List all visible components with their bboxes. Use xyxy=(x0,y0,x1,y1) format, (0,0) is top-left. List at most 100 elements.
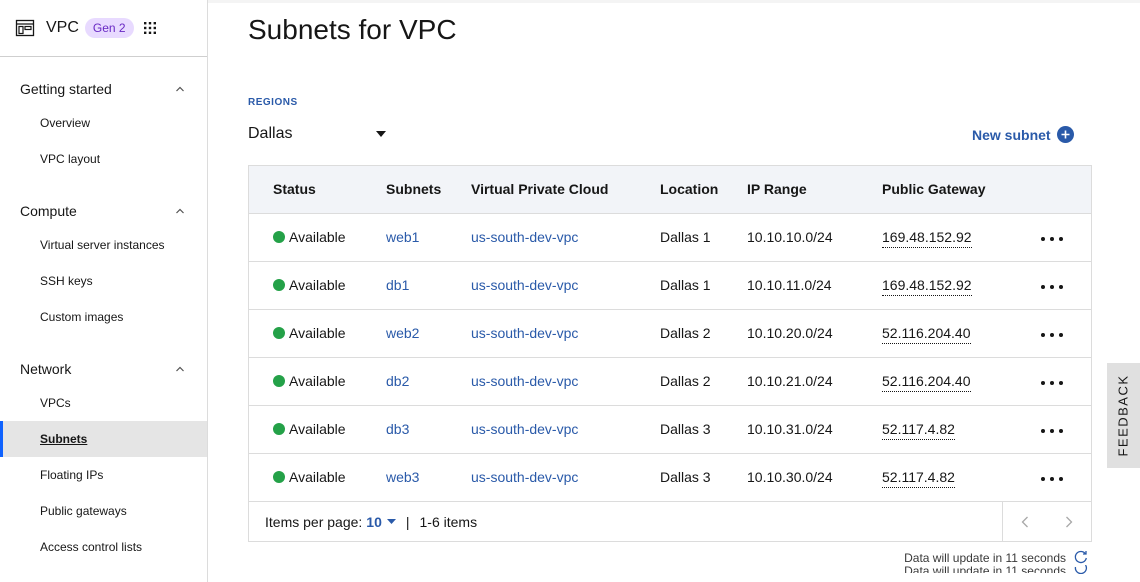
public-gateway-value[interactable]: 52.116.204.40 xyxy=(882,373,971,392)
status-text: Available xyxy=(289,229,346,245)
vpc-link[interactable]: us-south-dev-vpc xyxy=(471,421,578,437)
caret-down-icon[interactable] xyxy=(386,519,396,524)
overflow-menu-icon[interactable] xyxy=(1040,476,1064,482)
column-header-subnets[interactable]: Subnets xyxy=(386,166,471,214)
overflow-menu-icon[interactable] xyxy=(1040,332,1064,338)
add-circle-icon xyxy=(1056,126,1074,143)
vpc-cell: us-south-dev-vpc xyxy=(471,405,660,454)
column-header-public-gateway[interactable]: Public Gateway xyxy=(882,166,1040,214)
chevron-up-icon xyxy=(176,366,184,372)
subnet-cell: web2 xyxy=(386,309,471,358)
gateway-cell: 52.116.204.40 xyxy=(882,357,1040,406)
overflow-menu-icon[interactable] xyxy=(1040,380,1064,386)
location-cell: Dallas 3 xyxy=(660,405,747,454)
sidebar-item-subnets[interactable]: Subnets xyxy=(0,421,207,457)
nav-section-toggle-network[interactable]: Network xyxy=(0,353,207,385)
status-text: Available xyxy=(289,469,346,485)
region-dropdown[interactable]: Dallas xyxy=(248,122,388,146)
gen-badge: Gen 2 xyxy=(84,18,134,38)
sidebar-item-vpcs[interactable]: VPCs xyxy=(0,385,207,421)
subnet-link[interactable]: db2 xyxy=(386,373,409,389)
status-available-icon xyxy=(273,471,285,483)
sidebar-item-access-control-lists[interactable]: Access control lists xyxy=(0,529,207,565)
items-per-page-select[interactable]: 10 xyxy=(366,514,382,530)
column-header-vpc[interactable]: Virtual Private Cloud xyxy=(471,166,660,214)
location-cell: Dallas 2 xyxy=(660,357,747,406)
sidebar-item-floating-ips[interactable]: Floating IPs xyxy=(0,457,207,493)
overflow-menu-icon[interactable] xyxy=(1040,236,1064,242)
subnet-link[interactable]: db3 xyxy=(386,421,409,437)
subnet-link[interactable]: db1 xyxy=(386,277,409,293)
location-cell: Dallas 3 xyxy=(660,453,747,502)
sidebar-item-custom-images[interactable]: Custom images xyxy=(0,299,207,335)
vpc-link[interactable]: us-south-dev-vpc xyxy=(471,325,578,341)
ip-range-cell: 10.10.10.0/24 xyxy=(747,213,882,262)
status-available-icon xyxy=(273,327,285,339)
page-title: Subnets for VPC xyxy=(248,14,457,45)
status-cell: Available xyxy=(249,405,386,454)
data-update-status-duplicate: Data will update in 11 seconds xyxy=(904,564,1066,573)
nav-section-label: Network xyxy=(20,361,72,377)
sidebar-item-virtual-server-instances[interactable]: Virtual server instances xyxy=(0,227,207,263)
vpc-cell: us-south-dev-vpc xyxy=(471,261,660,310)
subnet-link[interactable]: web2 xyxy=(386,325,419,341)
overflow-menu-icon[interactable] xyxy=(1040,284,1064,290)
chevron-right-icon xyxy=(1066,516,1073,527)
subnet-link[interactable]: web3 xyxy=(386,469,419,485)
public-gateway-value[interactable]: 52.116.204.40 xyxy=(882,325,971,344)
table-row: Available db1 us-south-dev-vpc Dallas 1 … xyxy=(249,261,1091,310)
ip-range-cell: 10.10.20.0/24 xyxy=(747,309,882,358)
column-header-status[interactable]: Status xyxy=(249,166,386,214)
subnet-cell: db3 xyxy=(386,405,471,454)
actions-cell xyxy=(1040,213,1091,262)
status-text: Available xyxy=(289,325,346,341)
sidebar-item-public-gateways[interactable]: Public gateways xyxy=(0,493,207,529)
table-row: Available db2 us-south-dev-vpc Dallas 2 … xyxy=(249,357,1091,406)
previous-page-button[interactable] xyxy=(1003,502,1047,542)
vpc-link[interactable]: us-south-dev-vpc xyxy=(471,469,578,485)
vpc-cell: us-south-dev-vpc xyxy=(471,309,660,358)
nav-section-toggle-compute[interactable]: Compute xyxy=(0,195,207,227)
public-gateway-value[interactable]: 52.117.4.82 xyxy=(882,469,955,488)
refresh-icon[interactable] xyxy=(1074,550,1088,564)
gateway-cell: 169.48.152.92 xyxy=(882,213,1040,262)
vpc-cell: us-south-dev-vpc xyxy=(471,357,660,406)
vpc-link[interactable]: us-south-dev-vpc xyxy=(471,229,578,245)
public-gateway-value[interactable]: 169.48.152.92 xyxy=(882,277,972,296)
sidebar-item-ssh-keys[interactable]: SSH keys xyxy=(0,263,207,299)
vpc-icon xyxy=(15,19,35,37)
status-available-icon xyxy=(273,231,285,243)
table-row: Available web2 us-south-dev-vpc Dallas 2… xyxy=(249,309,1091,358)
new-subnet-label: New subnet xyxy=(972,126,1051,143)
subnet-cell: web3 xyxy=(386,453,471,502)
sidebar-item-overview[interactable]: Overview xyxy=(0,105,207,141)
subnet-cell: web1 xyxy=(386,213,471,262)
nav-section-network: Network VPCs Subnets Floating IPs Public… xyxy=(0,353,207,565)
pagination-nav xyxy=(1002,501,1091,542)
nav-section-compute: Compute Virtual server instances SSH key… xyxy=(0,195,207,335)
status-text: Available xyxy=(289,373,346,389)
table-header-row: Status Subnets Virtual Private Cloud Loc… xyxy=(249,166,1091,214)
column-header-ip-range[interactable]: IP Range xyxy=(747,166,882,214)
overflow-menu-icon[interactable] xyxy=(1040,428,1064,434)
new-subnet-button[interactable]: New subnet xyxy=(972,126,1074,143)
location-cell: Dallas 1 xyxy=(660,213,747,262)
sidebar-item-vpc-layout[interactable]: VPC layout xyxy=(0,141,207,177)
public-gateway-value[interactable]: 52.117.4.82 xyxy=(882,421,955,440)
location-cell: Dallas 1 xyxy=(660,261,747,310)
status-available-icon xyxy=(273,279,285,291)
vpc-link[interactable]: us-south-dev-vpc xyxy=(471,373,578,389)
column-header-location[interactable]: Location xyxy=(660,166,747,214)
actions-cell xyxy=(1040,261,1091,310)
feedback-tab[interactable]: FEEDBACK xyxy=(1107,363,1140,468)
table-row: Available web3 us-south-dev-vpc Dallas 3… xyxy=(249,453,1091,502)
nav-section-toggle-getting-started[interactable]: Getting started xyxy=(0,73,207,105)
data-update-status: Data will update in 11 seconds xyxy=(904,551,1066,565)
status-text: Available xyxy=(289,421,346,437)
app-grid-icon[interactable] xyxy=(143,21,157,35)
next-page-button[interactable] xyxy=(1047,502,1091,542)
chevron-left-icon xyxy=(1021,516,1028,527)
public-gateway-value[interactable]: 169.48.152.92 xyxy=(882,229,972,248)
vpc-link[interactable]: us-south-dev-vpc xyxy=(471,277,578,293)
subnet-link[interactable]: web1 xyxy=(386,229,419,245)
